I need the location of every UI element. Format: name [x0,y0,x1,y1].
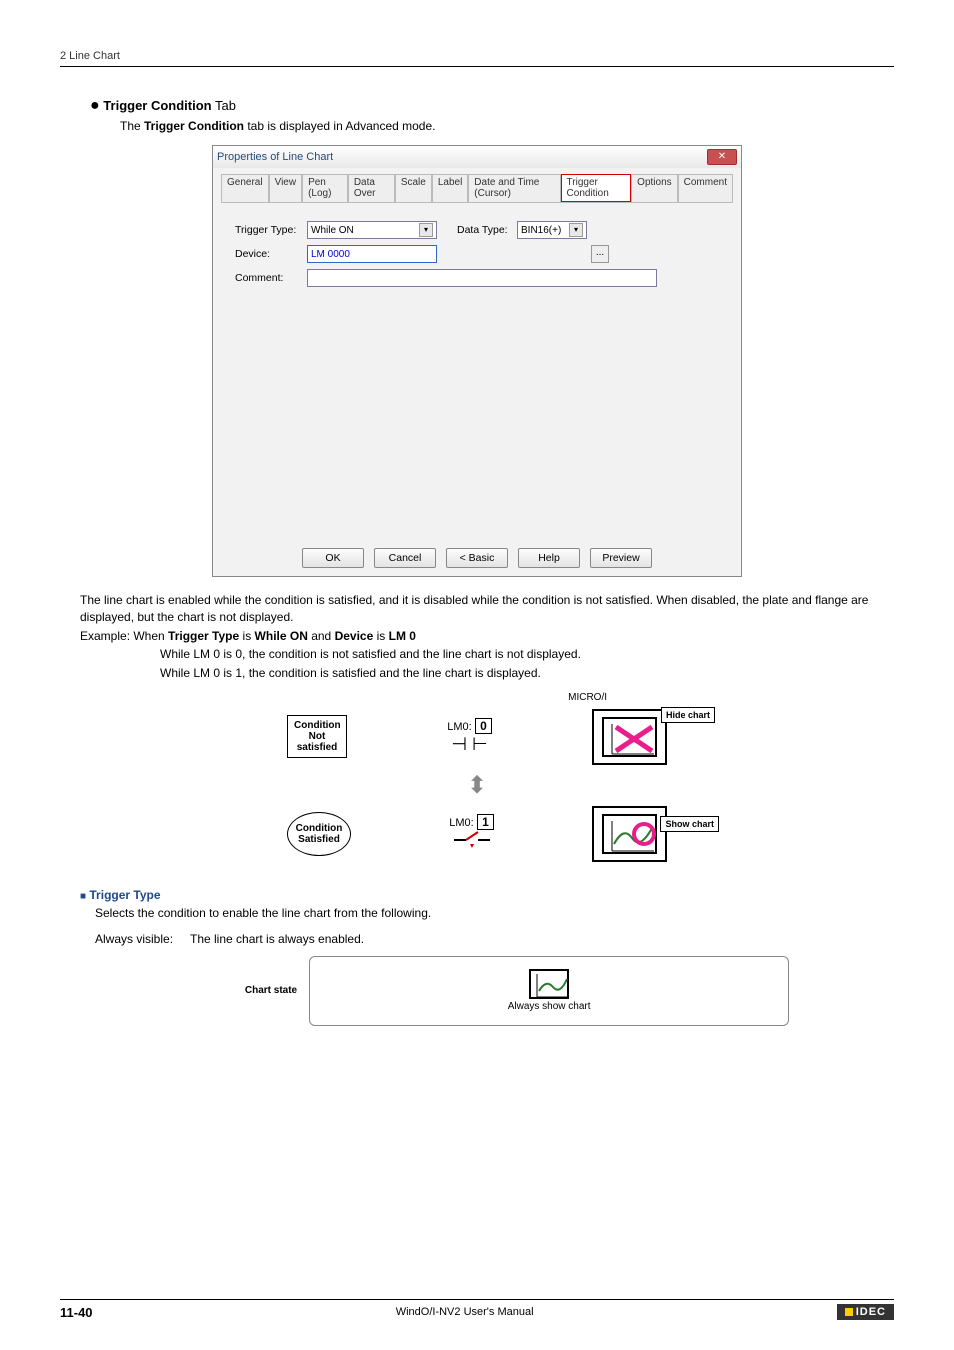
example-line: Example: When Trigger Type is While ON a… [80,628,874,645]
chart-state-caption: Always show chart [508,1001,591,1012]
micro-label: MICRO/I [287,692,607,703]
tab-scale[interactable]: Scale [395,174,432,202]
basic-button[interactable]: < Basic [446,548,508,568]
select-data-type[interactable]: BIN16(+)▾ [517,221,587,239]
label-trigger-type: Trigger Type: [235,224,307,236]
dialog-titlebar: Properties of Line Chart ✕ [213,146,741,168]
chart-state-label: Chart state [245,985,297,996]
input-device[interactable]: LM 0000 [307,245,437,263]
idec-logo: IDEC [837,1304,894,1320]
chevron-down-icon: ▾ [419,223,433,237]
chart-state-diagram: Chart state Always show chart [140,956,894,1026]
help-button[interactable]: Help [518,548,580,568]
tab-view[interactable]: View [269,174,303,202]
section-heading: ● Trigger Condition Tab [90,97,894,115]
dialog-footer: OK Cancel < Basic Help Preview [213,540,741,576]
tab-data-over[interactable]: Data Over [348,174,395,202]
tab-general[interactable]: General [221,174,269,202]
dialog-body: Trigger Type: While ON▾ Data Type: BIN16… [221,202,733,532]
switch-open-icon: ⊣ ⊢ [447,734,492,755]
trigger-type-heading: ■ Trigger Type [80,888,894,902]
micro-panel-show: Show chart [592,806,667,862]
header-title: 2 Line Chart [60,50,894,62]
tab-date-time[interactable]: Date and Time (Cursor) [468,174,560,202]
body-paragraph: The line chart is enabled while the cond… [80,592,874,626]
page-number: 11-40 [60,1305,93,1320]
preview-button[interactable]: Preview [590,548,652,568]
input-comment[interactable] [307,269,657,287]
shown-chart-icon [604,816,659,856]
tab-options[interactable]: Options [631,174,677,202]
lm0-val-0: 0 [475,718,492,734]
manual-title: WindO/I-NV2 User's Manual [396,1306,534,1318]
browse-button[interactable]: ... [591,245,609,263]
switch-closed-icon [449,830,494,853]
lm0-label: LM0: [447,721,471,733]
example-sub1: While LM 0 is 0, the condition is not sa… [160,646,874,663]
dialog-title: Properties of Line Chart [217,151,333,163]
chevron-down-icon: ▾ [569,223,583,237]
lm0-label: LM0: [449,817,473,829]
example-sub2: While LM 0 is 1, the condition is satisf… [160,665,874,682]
tab-pen-log[interactable]: Pen (Log) [302,174,348,202]
tab-comment[interactable]: Comment [678,174,733,202]
page-footer: 11-40 WindO/I-NV2 User's Manual IDEC [60,1304,894,1320]
close-button[interactable]: ✕ [707,149,737,165]
section-desc: The Trigger Condition tab is displayed i… [120,119,894,133]
dialog-tabs: General View Pen (Log) Data Over Scale L… [213,168,741,202]
mini-chart-icon [529,969,569,999]
trigger-type-desc: Selects the condition to enable the line… [95,906,894,920]
tab-trigger-condition[interactable]: Trigger Condition [561,174,632,202]
updown-arrow-icon: ⬍ [287,771,667,800]
cancel-button[interactable]: Cancel [374,548,436,568]
label-comment: Comment: [235,272,307,284]
properties-dialog: Properties of Line Chart ✕ General View … [212,145,742,577]
footer-rule [60,1299,894,1300]
condition-not-box: Condition Not satisfied [287,715,347,758]
header-rule [60,66,894,67]
state-diagram: MICRO/I Condition Not satisfied LM0: 0 ⊣… [287,692,667,868]
label-device: Device: [235,248,307,260]
micro-panel-hide: Hide chart [592,709,667,765]
condition-sat-box: Condition Satisfied [287,812,351,856]
hidden-chart-icon [604,719,659,759]
select-trigger-type[interactable]: While ON▾ [307,221,437,239]
always-visible-def: Always visible: The line chart is always… [95,932,894,946]
label-data-type: Data Type: [457,224,517,236]
hide-chart-callout: Hide chart [661,707,715,723]
show-chart-callout: Show chart [660,816,719,832]
lm0-val-1: 1 [477,814,494,830]
ok-button[interactable]: OK [302,548,364,568]
tab-label[interactable]: Label [432,174,468,202]
